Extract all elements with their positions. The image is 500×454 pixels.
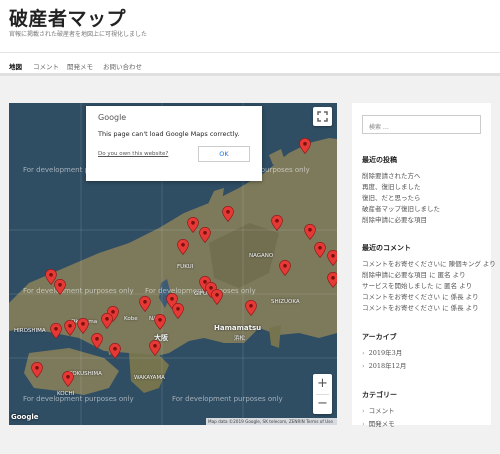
recent-comments-title: 最近のコメント — [362, 243, 411, 252]
place-label: WAKAYAMA — [134, 375, 165, 381]
zoom-control: + − — [313, 374, 332, 414]
place-label: FUKUI — [177, 264, 194, 270]
map-attribution[interactable]: Map data ©2019 Google, SK telecom, ZENRI… — [206, 418, 337, 425]
map-marker-pin[interactable] — [271, 215, 283, 231]
map-marker-pin[interactable] — [177, 239, 189, 255]
dev-watermark: For development purposes only — [23, 287, 134, 295]
map-marker-pin[interactable] — [327, 272, 337, 288]
archive-link[interactable]: 2018年12月 — [362, 360, 407, 370]
map-marker-pin[interactable] — [77, 318, 89, 334]
map-marker-pin[interactable] — [222, 206, 234, 222]
nav-item-comments[interactable]: コメント — [33, 61, 59, 71]
fullscreen-button[interactable] — [313, 107, 332, 126]
map-marker-pin[interactable] — [50, 323, 62, 339]
recent-comment-link[interactable]: コメントをお寄せください に 係長 より — [362, 302, 479, 312]
map-marker-pin[interactable] — [314, 242, 326, 258]
fullscreen-icon — [317, 111, 328, 122]
nav-item-map[interactable]: 地図 — [9, 61, 22, 71]
map-marker-pin[interactable] — [187, 217, 199, 233]
site-title[interactable]: 破産者マップ — [9, 4, 126, 31]
ok-button[interactable]: OK — [198, 146, 250, 162]
recent-comment-link[interactable]: コメントをお寄せくださいに 陳個キング より — [362, 258, 496, 268]
map-marker-pin[interactable] — [91, 333, 103, 349]
place-label: Kobe — [124, 316, 138, 322]
recent-post-link[interactable]: 破産者マップ復旧しました — [362, 203, 440, 213]
map-marker-pin[interactable] — [101, 313, 113, 329]
error-message: This page can't load Google Maps correct… — [98, 130, 240, 138]
own-website-link[interactable]: Do you own this website? — [98, 151, 168, 157]
recent-comment-link[interactable]: 削除申請に必要な項目 に 匿名 より — [362, 269, 466, 279]
nav-item-dev-notes[interactable]: 開発メモ — [67, 61, 93, 71]
dev-watermark: For development purposes only — [23, 395, 134, 403]
place-label: Hamamatsu — [214, 324, 262, 332]
map-marker-pin[interactable] — [211, 289, 223, 305]
sidebar: 検索 … 最近の投稿 削除要請された方へ 再度、復旧しました 復旧、だと思ったら… — [352, 103, 496, 428]
recent-comment-link[interactable]: サービスを開始しました に 匿名 より — [362, 280, 472, 290]
place-label: NAGANO — [249, 253, 274, 259]
google-logo: Google — [98, 113, 127, 122]
map-marker-pin[interactable] — [139, 296, 151, 312]
map-marker-pin[interactable] — [172, 303, 184, 319]
archive-title: アーカイブ — [362, 332, 397, 341]
recent-comment-link[interactable]: コメントをお寄せください に 係長 より — [362, 291, 479, 301]
category-link[interactable]: 開発メモ — [362, 418, 395, 428]
map-marker-pin[interactable] — [149, 340, 161, 356]
zoom-in-button[interactable]: + — [313, 374, 332, 394]
place-label: 浜松 — [234, 336, 246, 342]
map-marker-pin[interactable] — [154, 314, 166, 330]
map-marker-pin[interactable] — [279, 260, 291, 276]
place-label: HIROSHIMA — [14, 328, 46, 334]
recent-post-link[interactable]: 削除要請された方へ — [362, 170, 421, 180]
category-link[interactable]: コメント — [362, 405, 395, 415]
map-marker-pin[interactable] — [64, 320, 76, 336]
site-description: 官報に掲載された破産者を地図上に可視化しました — [9, 31, 148, 38]
nav-item-contact[interactable]: お問い合わせ — [103, 61, 142, 71]
search-input[interactable]: 検索 … — [362, 115, 481, 134]
place-label: KOCHI — [57, 391, 75, 397]
map-marker-pin[interactable] — [199, 227, 211, 243]
category-title: カテゴリー — [362, 390, 397, 399]
recent-post-link[interactable]: 復旧、だと思ったら — [362, 192, 421, 202]
zoom-out-button[interactable]: − — [313, 394, 332, 414]
place-label: SHIZUOKA — [271, 299, 300, 305]
google-map-logo[interactable]: Google — [11, 413, 39, 421]
maps-error-dialog: Google This page can't load Google Maps … — [86, 106, 262, 181]
map-marker-pin[interactable] — [62, 371, 74, 387]
site-header: 破産者マップ 官報に掲載された破産者を地図上に可視化しました — [0, 0, 500, 52]
archive-link[interactable]: 2019年3月 — [362, 347, 403, 357]
recent-posts-title: 最近の投稿 — [362, 155, 397, 164]
recent-post-link[interactable]: 削除申請に必要な項目 — [362, 214, 427, 224]
map-marker-pin[interactable] — [245, 300, 257, 316]
map-marker-pin[interactable] — [299, 138, 311, 154]
main-nav: 地図 コメント 開発メモ お問い合わせ — [0, 52, 500, 76]
map-marker-pin[interactable] — [54, 279, 66, 295]
map-marker-pin[interactable] — [327, 250, 337, 266]
map-marker-pin[interactable] — [304, 224, 316, 240]
map-marker-pin[interactable] — [31, 362, 43, 378]
dev-watermark: For development purposes only — [172, 395, 283, 403]
map-marker-pin[interactable] — [109, 343, 121, 359]
recent-post-link[interactable]: 再度、復旧しました — [362, 181, 421, 191]
